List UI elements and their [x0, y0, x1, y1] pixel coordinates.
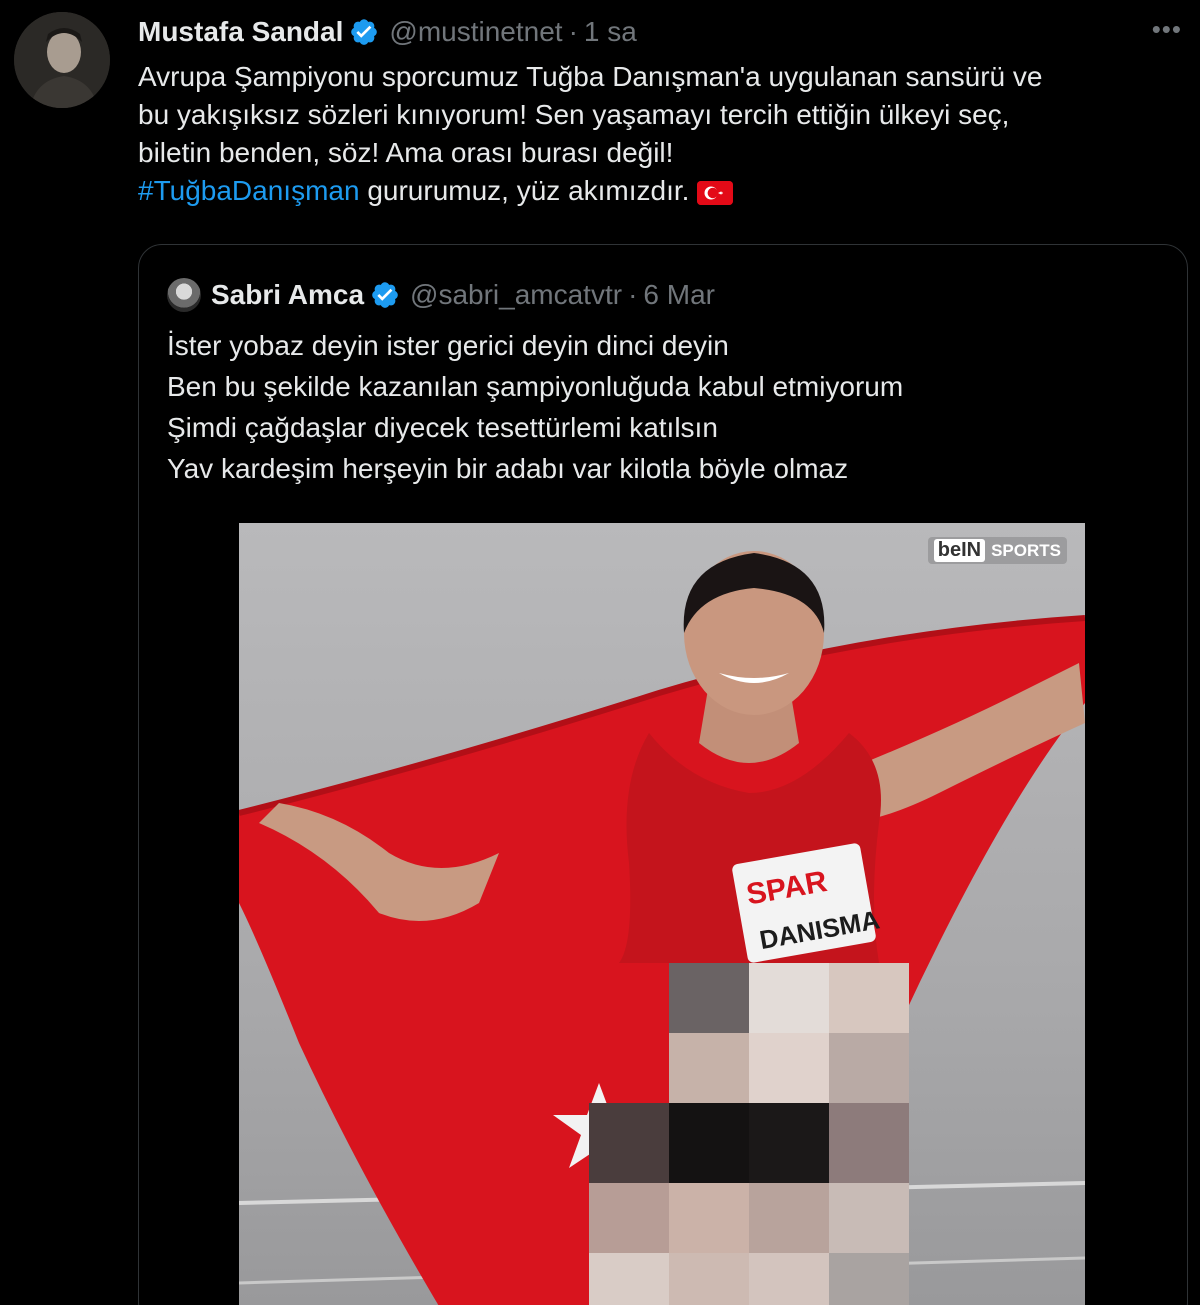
quoted-author-handle[interactable]: @sabri_amcatvtr [410, 279, 622, 311]
author-avatar[interactable] [14, 12, 110, 108]
tweet-text: Avrupa Şampiyonu sporcumuz Tuğba Danışma… [138, 58, 1178, 210]
tweet-line: biletin benden, söz! Ama orası burası de… [138, 137, 674, 168]
verified-badge-icon [349, 17, 379, 47]
tweet-line-rest: gururumuz, yüz akımızdır. [359, 175, 690, 206]
tweet-header: Mustafa Sandal @mustinetnet · 1 sa [138, 12, 637, 52]
tweet[interactable]: Mustafa Sandal @mustinetnet · 1 sa ••• A… [0, 0, 1200, 1305]
quoted-line: Şimdi çağdaşlar diyecek tesettürlemi kat… [167, 412, 718, 443]
quoted-line: Ben bu şekilde kazanılan şampiyonluğuda … [167, 371, 904, 402]
quoted-tweet-header: Sabri Amca @sabri_amcatvtr · 6 Mar [167, 275, 715, 315]
quoted-line: Yav kardeşim herşeyin bir adabı var kilo… [167, 453, 849, 484]
tweet-line: Avrupa Şampiyonu sporcumuz Tuğba Danışma… [138, 61, 1043, 92]
watermark-brand: beIN [933, 539, 986, 562]
avatar-image [14, 12, 110, 108]
tweet-line: bu yakışıksız sözleri kınıyorum! Sen yaş… [138, 99, 1010, 130]
separator-dot: · [628, 279, 638, 310]
verified-badge-icon [370, 280, 400, 310]
quoted-line: İster yobaz deyin ister gerici deyin din… [167, 330, 729, 361]
separator-dot: · [568, 16, 578, 47]
more-options-icon[interactable]: ••• [1152, 14, 1182, 45]
quoted-author-avatar[interactable] [167, 278, 201, 312]
watermark-label: SPORTS [991, 540, 1061, 560]
turkey-flag-icon [697, 180, 734, 205]
quoted-tweet-photo[interactable]: SPAR DANISMA beIN SPORTS [239, 523, 1085, 1305]
tweet-line: #TuğbaDanışman gururumuz, yüz akımızdır. [138, 172, 1178, 210]
quoted-tweet[interactable]: Sabri Amca @sabri_amcatvtr · 6 Mar İster… [138, 244, 1188, 1305]
quoted-tweet-text: İster yobaz deyin ister gerici deyin din… [167, 325, 1147, 489]
author-name[interactable]: Mustafa Sandal [138, 16, 343, 48]
athlete-photo: SPAR DANISMA [239, 551, 1085, 1305]
author-handle[interactable]: @mustinetnet [389, 16, 562, 48]
tweet-time[interactable]: 1 sa [584, 16, 637, 48]
hashtag-link[interactable]: #TuğbaDanışman [138, 175, 360, 206]
quoted-tweet-time[interactable]: 6 Mar [643, 279, 715, 311]
bein-sports-watermark: beIN SPORTS [927, 537, 1067, 564]
quoted-author-name[interactable]: Sabri Amca [211, 279, 364, 311]
